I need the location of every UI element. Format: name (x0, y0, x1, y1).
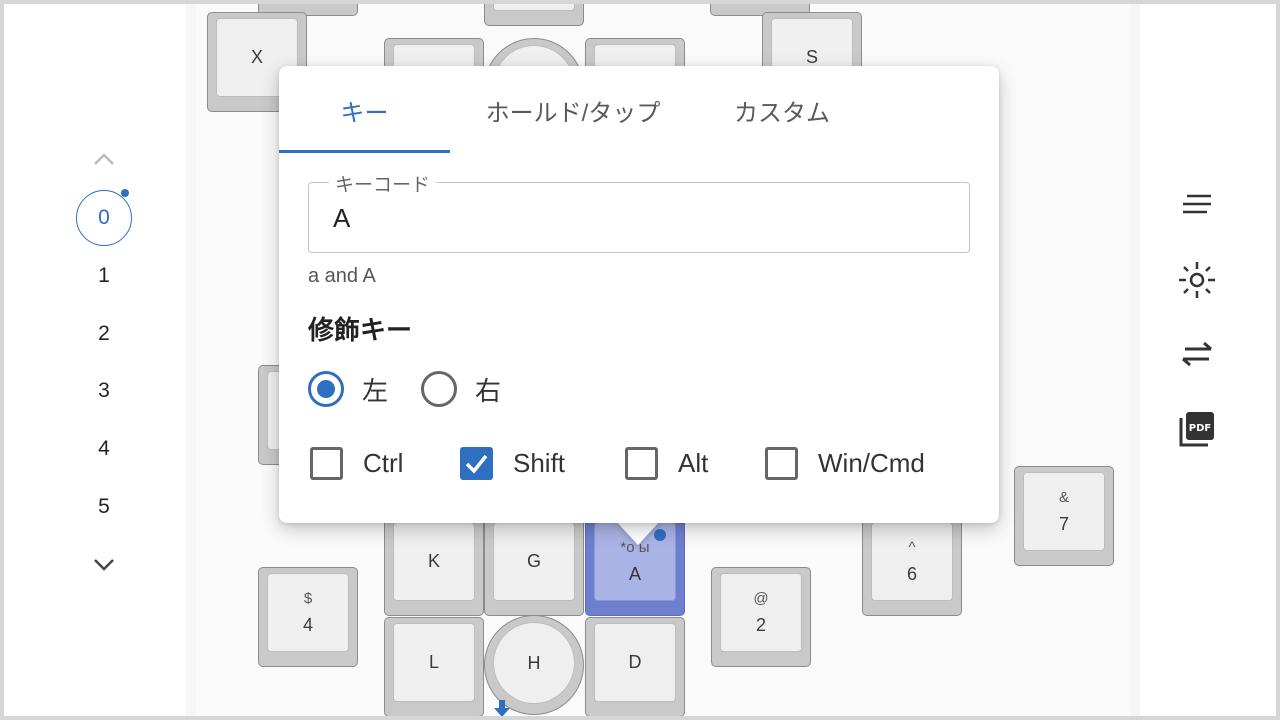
checkbox-alt[interactable]: Alt (625, 445, 708, 481)
checkbox-shift[interactable]: Shift (460, 445, 565, 481)
key-4[interactable]: $4 (258, 567, 358, 667)
checkbox-label: Alt (678, 447, 709, 478)
layer-item-label: 0 (98, 206, 110, 229)
brightness-icon[interactable] (1174, 257, 1220, 303)
app-frame: 0 1 2 3 4 5 X S &7 ^6 K G *o ыA $4 @2 (0, 0, 1280, 720)
checkbox-unchecked-icon (310, 446, 343, 480)
key-shift-legend: ^ (908, 538, 916, 556)
keycode-helper-text: a and A (308, 265, 376, 287)
tab-custom[interactable]: カスタム (709, 66, 855, 154)
layer-item-label: 4 (98, 437, 110, 460)
key-legend: G (526, 551, 541, 571)
radio-left[interactable]: 左 (308, 370, 388, 408)
key-legend: 2 (755, 614, 766, 635)
checkbox-label: Win/Cmd (818, 447, 925, 478)
key-legend: L (428, 652, 439, 672)
key-legend: D (628, 652, 642, 672)
key-6[interactable]: ^ 6 (862, 516, 962, 616)
layer-item-2[interactable]: 2 (76, 306, 132, 362)
layer-item-5[interactable]: 5 (76, 479, 132, 535)
svg-text:PDF: PDF (1189, 423, 1211, 434)
checkbox-label: Shift (513, 447, 566, 478)
checkbox-win-cmd[interactable]: Win/Cmd (765, 445, 925, 481)
key-d[interactable]: D (585, 617, 685, 716)
key-2[interactable]: @2 (711, 567, 811, 667)
key-l[interactable]: L (384, 617, 484, 716)
layer-item-0[interactable]: 0 (76, 189, 132, 246)
key-editor-popup: キー ホールド/タップ カスタム キーコード a and A 修飾キー 左 右 … (279, 66, 999, 523)
checkbox-checked-icon (460, 446, 493, 480)
radio-unchecked-icon (421, 371, 457, 407)
layer-up-chevron-icon[interactable] (91, 146, 117, 172)
layer-item-label: 1 (98, 264, 110, 287)
key-legend: H (527, 652, 541, 673)
checkbox-label: Ctrl (363, 447, 404, 478)
key-shift-legend: & (1058, 488, 1069, 506)
key-k[interactable]: K (384, 516, 484, 616)
layer-item-label: 5 (98, 495, 110, 518)
radio-checked-icon (308, 371, 344, 407)
tab-label: ホールド/タップ (485, 99, 661, 127)
key-legend: S (805, 47, 818, 67)
key-shift-legend: $ (303, 589, 313, 607)
modifiers-title: 修飾キー (308, 315, 413, 345)
checkbox-ctrl[interactable]: Ctrl (310, 445, 403, 481)
keycode-input[interactable] (333, 201, 933, 235)
active-tab-indicator (279, 150, 450, 153)
pdf-icon[interactable]: PDF (1174, 406, 1220, 452)
layer-item-4[interactable]: 4 (76, 421, 132, 477)
key-top-partial-2[interactable] (484, 4, 584, 26)
checkbox-unchecked-icon (765, 446, 798, 480)
layer-down-chevron-icon[interactable] (91, 552, 117, 578)
layer-item-3[interactable]: 3 (76, 363, 132, 419)
swap-arrows-icon[interactable] (1174, 331, 1220, 377)
menu-lines-icon[interactable] (1174, 181, 1220, 227)
key-7[interactable]: & 7 (1014, 466, 1114, 566)
key-legend: X (250, 47, 263, 67)
tab-hold-tap[interactable]: ホールド/タップ (465, 66, 681, 154)
key-legend: A (628, 563, 641, 584)
tab-key[interactable]: キー (279, 66, 450, 154)
radio-label: 右 (475, 375, 502, 406)
editor-tabs: キー ホールド/タップ カスタム (279, 66, 999, 154)
radio-right[interactable]: 右 (421, 370, 501, 408)
tab-label: カスタム (734, 99, 830, 127)
checkbox-unchecked-icon (625, 446, 658, 480)
key-shift-legend: @ (753, 589, 769, 607)
key-g[interactable]: G (484, 516, 584, 616)
keycode-label: キーコード (329, 170, 437, 197)
radio-label: 左 (362, 375, 389, 406)
download-arrow-icon (492, 700, 512, 716)
layer-item-1[interactable]: 1 (76, 248, 132, 304)
keycode-field[interactable]: キーコード (308, 170, 970, 253)
key-legend: 6 (906, 563, 917, 584)
layer-modified-dot (121, 189, 129, 197)
layer-item-label: 2 (98, 322, 110, 345)
key-legend: 7 (1058, 513, 1069, 534)
key-legend: 4 (302, 614, 313, 635)
key-legend: K (427, 551, 440, 571)
tab-label: キー (340, 99, 389, 127)
layer-item-label: 3 (98, 379, 110, 402)
